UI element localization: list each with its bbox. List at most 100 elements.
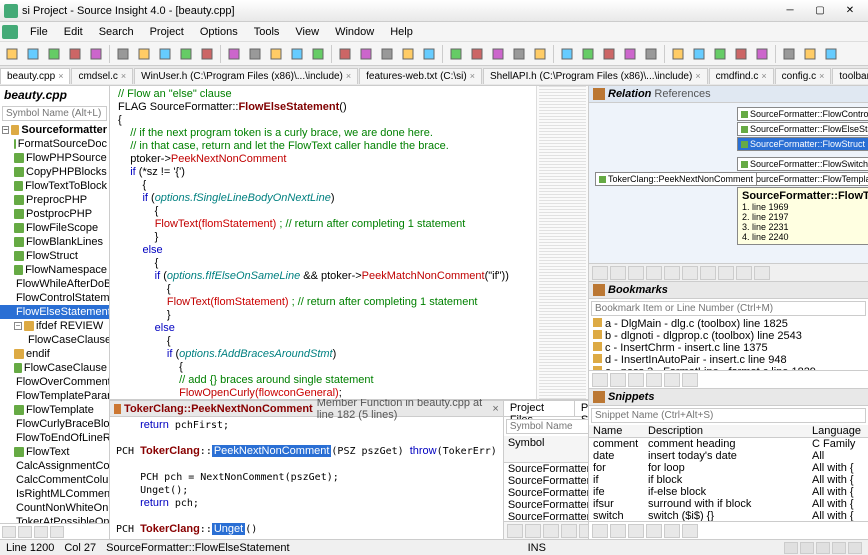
tree-item[interactable]: FlowOverComment	[0, 375, 109, 389]
tree-item[interactable]: FlowToEndOfLineRa	[0, 431, 109, 445]
sn-btn[interactable]	[682, 524, 698, 538]
tree-item[interactable]: CalcAssignmentCol	[0, 459, 109, 473]
toolbar-button[interactable]	[308, 44, 328, 64]
toolbar-button[interactable]	[356, 44, 376, 64]
relation-node[interactable]: TokerClang::PeekNextNonComment	[595, 172, 757, 186]
tree-item[interactable]: IsRightMLCommentl	[0, 487, 109, 501]
snippet-row[interactable]: forfor loopAll with {	[589, 462, 868, 474]
bookmark-list[interactable]: a - DlgMain - dlg.c (toolbox) line 1825b…	[589, 318, 868, 370]
symbol-tree[interactable]: −SourceformatterFormatSourceDocFlowPHPSo…	[0, 123, 109, 523]
file-tab[interactable]: features-web.txt (C:\si)×	[359, 68, 482, 84]
toolbar-button[interactable]	[689, 44, 709, 64]
toolbar-button[interactable]	[155, 44, 175, 64]
bookmark-row[interactable]: c - InsertChrm - insert.c line 1375	[589, 342, 868, 354]
close-icon[interactable]: ×	[492, 403, 498, 415]
close-icon[interactable]: ×	[819, 71, 824, 81]
toolbar-button[interactable]	[419, 44, 439, 64]
toolbar-button[interactable]	[821, 44, 841, 64]
menu-window[interactable]: Window	[327, 24, 382, 40]
close-icon[interactable]: ×	[761, 71, 766, 81]
bookmark-row[interactable]: b - dlgnoti - dlgprop.c (toolbox) line 2…	[589, 330, 868, 342]
status-icon[interactable]	[800, 542, 814, 554]
bookmark-row[interactable]: d - InsertInAutoPair - insert.c line 948	[589, 354, 868, 366]
tab-project-symbols[interactable]: Project Symbols	[575, 401, 588, 416]
menu-options[interactable]: Options	[192, 24, 246, 40]
toolbar-button[interactable]	[86, 44, 106, 64]
bookmark-search[interactable]	[591, 301, 866, 316]
tree-item[interactable]: FlowFileScope	[0, 221, 109, 235]
toolbar-button[interactable]	[488, 44, 508, 64]
toolbar-button[interactable]	[509, 44, 529, 64]
minimap[interactable]	[536, 86, 588, 399]
tree-item[interactable]: FlowCaseClause1	[0, 333, 109, 347]
rel-btn[interactable]	[628, 266, 644, 280]
close-icon[interactable]: ×	[121, 71, 126, 81]
bm-btn[interactable]	[646, 373, 662, 387]
toolbar-button[interactable]	[134, 44, 154, 64]
close-icon[interactable]: ×	[346, 71, 351, 81]
proj-btn[interactable]	[561, 524, 577, 538]
tree-item[interactable]: endif	[0, 347, 109, 361]
toolbar-button[interactable]	[287, 44, 307, 64]
toolbar-button[interactable]	[398, 44, 418, 64]
toolbar-button[interactable]	[446, 44, 466, 64]
maximize-button[interactable]: ▢	[806, 2, 834, 20]
project-row[interactable]: SourceFormatter::FlowControlStatementbea…	[504, 487, 588, 499]
project-row[interactable]: SourceFormatter::FlowCurlyBraceBlockbeau…	[504, 511, 588, 521]
toolbar-button[interactable]	[197, 44, 217, 64]
toolbar-button[interactable]	[245, 44, 265, 64]
tree-root[interactable]: −Sourceformatter	[0, 123, 109, 137]
sn-btn[interactable]	[610, 524, 626, 538]
close-icon[interactable]: ×	[695, 71, 700, 81]
close-icon[interactable]: ×	[470, 71, 475, 81]
toolbar-button[interactable]	[266, 44, 286, 64]
tree-item[interactable]: FormatSourceDoc	[0, 137, 109, 151]
relation-node[interactable]: SourceFormatter::FlowStruct	[737, 137, 868, 151]
status-icon[interactable]	[816, 542, 830, 554]
project-row[interactable]: SourceFormatter::FlowControlStatementbea…	[504, 475, 588, 487]
toolbar-button[interactable]	[752, 44, 772, 64]
tree-item[interactable]: FlowTemplateParam	[0, 389, 109, 403]
tree-item[interactable]: FlowPHPSource	[0, 151, 109, 165]
bookmark-row[interactable]: a - DlgMain - dlg.c (toolbox) line 1825	[589, 318, 868, 330]
code-editor[interactable]: // Flow an "else" clauseFLAG SourceForma…	[110, 86, 536, 399]
bm-btn[interactable]	[628, 373, 644, 387]
relation-node[interactable]: SourceFormatter::FlowElseStatement	[737, 122, 868, 136]
proj-btn[interactable]	[579, 524, 588, 538]
project-list[interactable]: SourceFormatter::FlowCommentsAndNewLineb…	[504, 463, 588, 521]
panel-btn[interactable]	[34, 526, 48, 538]
tree-item[interactable]: CalcCommentColum	[0, 473, 109, 487]
toolbar-button[interactable]	[599, 44, 619, 64]
proj-btn[interactable]	[507, 524, 523, 538]
tree-item[interactable]: CountNonWhiteOnl	[0, 501, 109, 515]
bm-btn[interactable]	[610, 373, 626, 387]
relation-graph[interactable]: SourceFormatter::FlowControlStatemenSour…	[589, 103, 868, 262]
bm-btn[interactable]	[592, 373, 608, 387]
toolbar-button[interactable]	[800, 44, 820, 64]
proj-btn[interactable]	[525, 524, 541, 538]
toolbar-button[interactable]	[2, 44, 22, 64]
tree-item[interactable]: PreprocPHP	[0, 193, 109, 207]
rel-btn[interactable]	[700, 266, 716, 280]
toolbar-button[interactable]	[668, 44, 688, 64]
toolbar-button[interactable]	[44, 44, 64, 64]
sn-btn[interactable]	[628, 524, 644, 538]
snippet-row[interactable]: dateinsert today's dateAll	[589, 450, 868, 462]
file-tab[interactable]: ShellAPI.h (C:\Program Files (x86)\...\i…	[483, 68, 708, 84]
menu-project[interactable]: Project	[142, 24, 192, 40]
menu-tools[interactable]: Tools	[246, 24, 288, 40]
rel-btn[interactable]	[592, 266, 608, 280]
status-icon[interactable]	[848, 542, 862, 554]
rel-btn[interactable]	[646, 266, 662, 280]
tree-item[interactable]: FlowStruct	[0, 249, 109, 263]
toolbar-button[interactable]	[779, 44, 799, 64]
tree-item[interactable]: FlowElseStatement	[0, 305, 109, 319]
toolbar-button[interactable]	[467, 44, 487, 64]
snippet-list[interactable]: commentcomment headingC Familydateinsert…	[589, 438, 868, 521]
toolbar-button[interactable]	[710, 44, 730, 64]
toolbar-button[interactable]	[113, 44, 133, 64]
file-tab[interactable]: beauty.cpp×	[0, 68, 70, 84]
rel-btn[interactable]	[718, 266, 734, 280]
file-tab[interactable]: cmdfind.c×	[709, 68, 774, 84]
project-search[interactable]	[506, 419, 588, 434]
